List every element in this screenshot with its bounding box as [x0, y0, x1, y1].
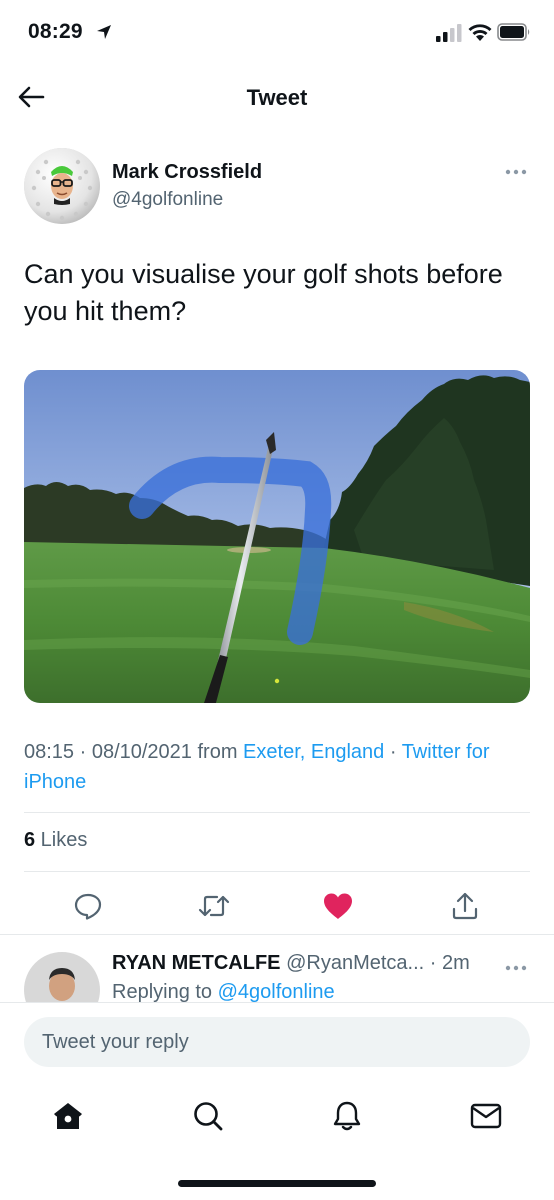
share-icon: [452, 892, 478, 920]
tweet-actions: [24, 882, 530, 928]
status-time: 08:29: [28, 20, 83, 43]
replying-to: Replying to @4golfonline: [112, 981, 335, 1002]
reply-time: · 2m: [429, 952, 470, 974]
divider: [24, 812, 530, 813]
tweet-text: Can you visualise your golf shots before…: [24, 259, 503, 326]
nav-bar: Tweet: [0, 66, 554, 130]
notifications-bell-icon: [333, 1101, 361, 1131]
cellular-signal-icon: [436, 24, 462, 42]
messages-mail-icon: [470, 1103, 502, 1129]
divider: [24, 871, 530, 872]
battery-icon: [497, 23, 530, 41]
likes-count-link[interactable]: 6 Likes: [24, 829, 87, 852]
reply-author-handle[interactable]: @RyanMetca...: [286, 952, 424, 974]
status-bar: 08:29: [0, 0, 554, 66]
meta-separator: ·: [384, 741, 402, 763]
likes-label: Likes: [35, 829, 88, 851]
search-icon: [194, 1102, 223, 1131]
page-title: Tweet: [246, 85, 308, 110]
golf-ball-avatar-image: [24, 148, 100, 224]
author-name[interactable]: Mark Crossfield: [112, 161, 262, 184]
replying-to-handle-link[interactable]: @4golfonline: [218, 981, 335, 1002]
tab-home[interactable]: [48, 1096, 88, 1136]
author-avatar[interactable]: [24, 148, 100, 224]
likes-count: 6: [24, 829, 36, 851]
tweet-author: Mark Crossfield @4golfonline: [24, 148, 530, 226]
share-button[interactable]: [445, 886, 485, 926]
reply-author-name[interactable]: RYAN METCALFE: [112, 952, 281, 974]
reply-composer: [0, 1002, 554, 1080]
home-indicator: [178, 1180, 376, 1187]
retweet-icon: [198, 895, 230, 917]
divider: [0, 934, 554, 935]
tweet-timestamp: 08:15 · 08/10/2021 from: [24, 741, 244, 763]
golf-course-photo: [24, 370, 530, 703]
tab-search[interactable]: [188, 1096, 228, 1136]
reply-header: RYAN METCALFE @RyanMetca... · 2m: [112, 952, 470, 975]
tweet-media-image[interactable]: [24, 370, 530, 703]
reply-avatar-image: [24, 952, 100, 1002]
reply-input[interactable]: [24, 1017, 530, 1067]
reply-author-avatar[interactable]: [24, 952, 100, 1002]
reply-tweet[interactable]: RYAN METCALFE @RyanMetca... · 2m Replyin…: [0, 936, 554, 1002]
like-button[interactable]: [318, 886, 358, 926]
author-handle[interactable]: @4golfonline: [112, 189, 223, 211]
reply-button[interactable]: [68, 886, 108, 926]
home-icon: [54, 1103, 82, 1129]
tab-messages[interactable]: [466, 1096, 506, 1136]
location-arrow-icon: [97, 25, 111, 39]
replying-to-label: Replying to: [112, 981, 218, 1002]
retweet-button[interactable]: [194, 886, 234, 926]
reply-icon: [74, 893, 102, 920]
like-heart-icon: [324, 893, 352, 919]
tweet-meta: 08:15 · 08/10/2021 from Exeter, England …: [24, 737, 530, 797]
tab-notifications[interactable]: [327, 1096, 367, 1136]
tweet-location-link[interactable]: Exeter, England: [243, 741, 384, 763]
wifi-icon: [468, 24, 492, 41]
reply-more-options-icon[interactable]: [502, 958, 530, 978]
more-options-icon[interactable]: [502, 162, 530, 182]
